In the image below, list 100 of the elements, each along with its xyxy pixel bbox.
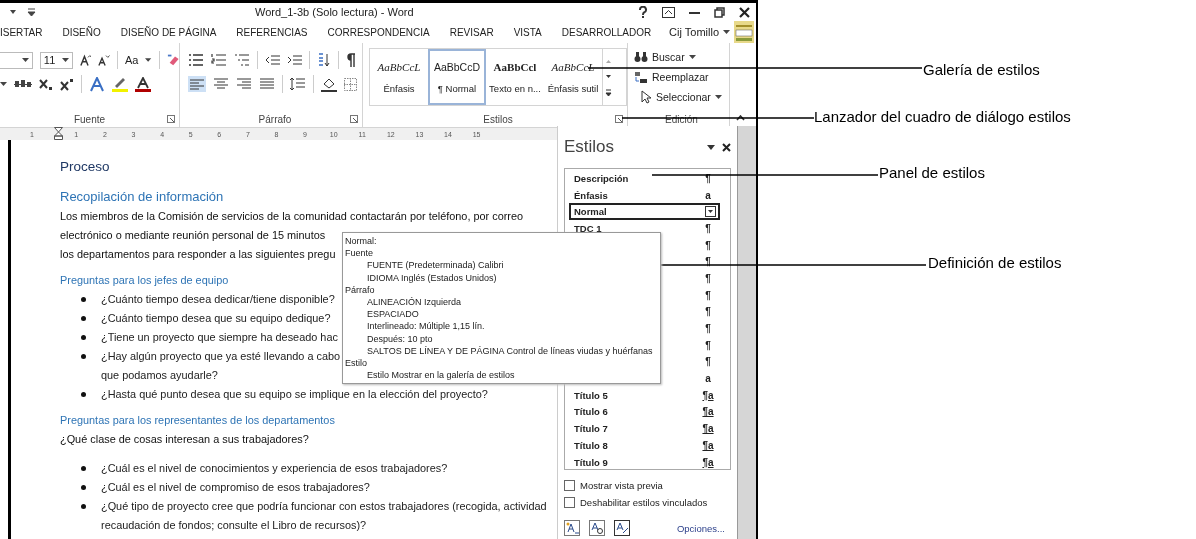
list-item-text: que podamos ayudarle?: [101, 368, 218, 383]
ribbon-tab[interactable]: ISERTAR: [0, 26, 53, 38]
list-item-text: ¿Qué tipo de proyecto cree que podría funcionar con estos trabajadores (recogida, actividad: [101, 499, 547, 514]
line-spacing-icon[interactable]: [290, 77, 306, 91]
ribbon-tab[interactable]: DISEÑO: [52, 26, 111, 38]
quick-access-icon[interactable]: [8, 7, 38, 17]
style-gallery-item[interactable]: AaBbCcL Énfasis: [370, 49, 428, 105]
close-icon[interactable]: [739, 6, 750, 18]
bullet-icon: [81, 466, 86, 471]
style-item[interactable]: Título 6 ¶a: [569, 403, 720, 421]
style-item[interactable]: Descripción ¶: [569, 170, 720, 187]
style-item[interactable]: Título 8 ¶a: [569, 437, 720, 454]
collapse-ribbon-icon[interactable]: [736, 115, 745, 121]
heading: Preguntas para los jefes de equipo: [60, 273, 229, 288]
tooltip-section: Párrafo: [345, 283, 653, 296]
decrease-indent-icon[interactable]: [265, 53, 280, 67]
style-item[interactable]: Título 9 ¶a: [569, 453, 720, 471]
numbered-list-icon[interactable]: [211, 53, 227, 67]
checkbox-option[interactable]: Mostrar vista previa: [564, 480, 731, 491]
style-gallery-item[interactable]: AaBbCcD ¶ Normal: [428, 49, 486, 105]
font-size-field[interactable]: 11: [39, 51, 73, 69]
multilevel-list-icon[interactable]: [234, 53, 250, 67]
dropdown-icon[interactable]: [705, 206, 716, 218]
highlighter-icon[interactable]: [112, 76, 128, 92]
style-item[interactable]: Énfasis a: [569, 186, 720, 204]
callout-label: Definición de estilos: [928, 254, 1062, 271]
list-item-text: ¿Hay algún proyecto que ya esté llevando a cabo: [101, 349, 341, 364]
window-title: Word_1-3b (Solo lectura) - Word: [255, 6, 414, 18]
dialog-launcher-icon[interactable]: [350, 115, 358, 123]
style-gallery-item[interactable]: AaBbCcl Texto en n...: [486, 49, 544, 105]
style-item[interactable]: Normal: [569, 203, 720, 221]
caret-icon: [61, 57, 69, 63]
ribbon-tab[interactable]: VISTA: [503, 26, 552, 38]
heading: Recopilación de información: [60, 188, 224, 206]
options-link[interactable]: Opciones...: [676, 522, 725, 534]
bullet-list-icon[interactable]: [188, 53, 204, 67]
tooltip-title: Normal:: [345, 235, 378, 248]
indent-marker-icon[interactable]: [54, 127, 63, 140]
superscript-icon[interactable]: [60, 77, 74, 91]
style-item[interactable]: Título 5 ¶a: [569, 386, 720, 404]
dialog-launcher-icon[interactable]: [167, 115, 175, 123]
align-right-icon[interactable]: [236, 77, 252, 91]
new-style-icon[interactable]: [564, 520, 580, 536]
ribbon-tab[interactable]: REVISAR: [439, 26, 504, 38]
list-item-text: ¿Cuánto tiempo desea dedicar/tiene disponible?: [101, 292, 335, 307]
strikethrough-icon[interactable]: [14, 78, 32, 90]
align-left-icon[interactable]: [188, 76, 206, 92]
editing-button[interactable]: Seleccionar: [634, 88, 729, 106]
increase-indent-icon[interactable]: [287, 53, 302, 67]
checkbox-option[interactable]: Deshabilitar estilos vinculados: [564, 497, 731, 508]
align-center-icon[interactable]: [213, 77, 229, 91]
tooltip-line: Estilo Mostrar en la galería de estilos: [366, 369, 516, 382]
change-case-button[interactable]: Aa: [124, 54, 139, 66]
tooltip-line: Interlineado: Múltiple 1,15 lín.: [366, 320, 486, 333]
style-item[interactable]: Título 7 ¶a: [569, 420, 720, 437]
justify-icon[interactable]: [259, 77, 275, 91]
editing-button[interactable]: Buscar: [634, 48, 729, 66]
group-label: Fuente: [73, 113, 106, 125]
tooltip-line: ALINEACIÓN Izquierda: [366, 296, 463, 309]
tooltip-section: Fuente: [345, 247, 653, 260]
style-inspector-icon[interactable]: [589, 520, 605, 536]
ribbon-tab[interactable]: DESARROLLADOR: [551, 26, 662, 38]
shading-icon[interactable]: [321, 76, 337, 92]
dialog-launcher-icon[interactable]: [615, 115, 623, 123]
sort-icon[interactable]: [317, 53, 331, 67]
paragraph-line: Los miembros de la Comisión de servicios de la comunidad contactarán por teléfono, por correo: [60, 209, 524, 224]
user-account[interactable]: Cij Tomillo: [669, 26, 719, 38]
font-name-field[interactable]: [0, 51, 33, 69]
caret-icon: [145, 57, 152, 63]
tooltip-line: ESPACIADO: [366, 308, 420, 321]
ribbon-tab[interactable]: DISEÑO DE PÁGINA: [110, 26, 227, 38]
group-label: Párrafo: [258, 113, 292, 125]
list-item-text: ¿Hasta qué punto desea que su equipo se implique en la elección del proyecto?: [101, 387, 488, 402]
shrink-font-icon[interactable]: [98, 53, 110, 67]
bullet-icon: [81, 335, 86, 340]
grow-font-icon[interactable]: [79, 53, 92, 67]
subscript-icon[interactable]: [39, 77, 53, 91]
ribbon-tab[interactable]: REFERENCIAS: [226, 26, 318, 38]
editing-button[interactable]: Reemplazar: [634, 68, 729, 86]
ribbon-display-icon[interactable]: [662, 6, 675, 18]
scrollbar[interactable]: [737, 126, 756, 539]
borders-icon[interactable]: [344, 77, 357, 91]
list-item-text: recaudación de fondos; consulte el Libro de recursos)?: [101, 518, 367, 533]
paragraph-line: ¿Qué clase de cosas interesan a sus trabajadores?: [60, 432, 309, 447]
eraser-icon[interactable]: [166, 53, 179, 67]
binoculars-icon: [634, 51, 648, 63]
list-item-text: ¿Cuánto tiempo desea que su equipo dedique?: [101, 311, 331, 326]
font-color-icon[interactable]: [135, 76, 151, 92]
replace-icon: [634, 70, 648, 84]
ribbon-tab[interactable]: CORRESPONDENCIA: [317, 26, 440, 38]
manage-styles-icon[interactable]: [614, 520, 630, 536]
text-effects-icon[interactable]: [89, 76, 105, 92]
caret-icon[interactable]: [707, 144, 715, 150]
style-gallery-item[interactable]: AaBbCcL Énfasis sutil: [544, 49, 602, 105]
tooltip-line: SALTOS DE LÍNEA Y DE PÁGINA Control de líneas viudas y huérfanas: [366, 344, 653, 358]
pilcrow-icon[interactable]: [346, 53, 356, 67]
help-icon[interactable]: [638, 6, 648, 18]
close-icon[interactable]: [722, 142, 731, 152]
restore-icon[interactable]: [714, 6, 725, 18]
pane-title: Estilos: [564, 137, 615, 157]
